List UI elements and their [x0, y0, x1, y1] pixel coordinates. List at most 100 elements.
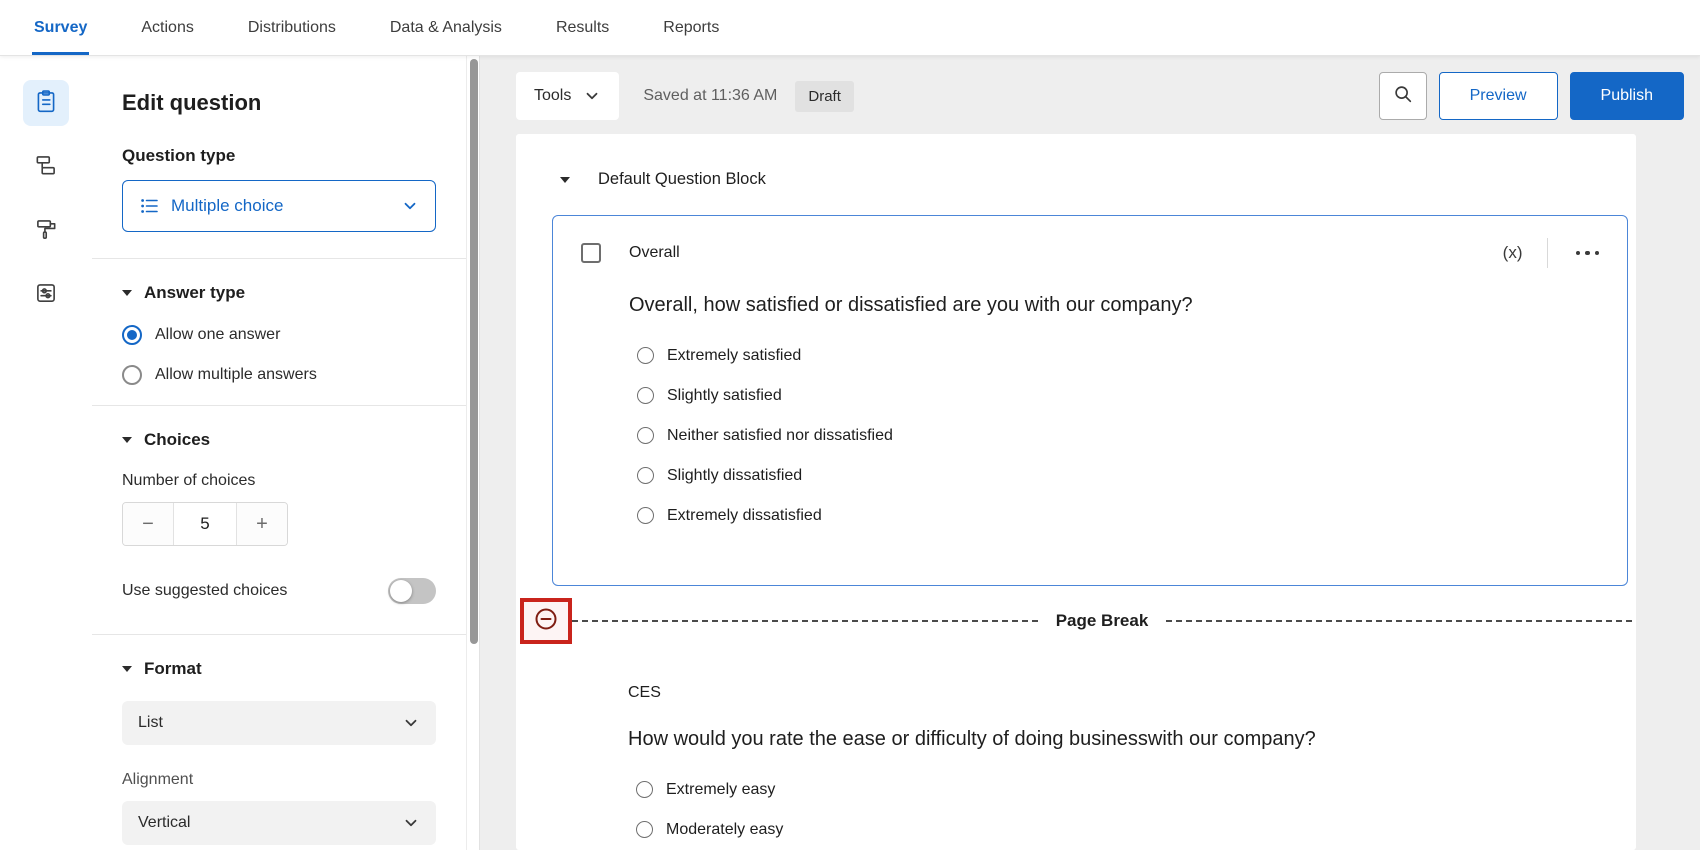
alignment-label: Alignment — [122, 771, 436, 789]
question-header: CES — [580, 684, 1604, 702]
collapse-triangle-icon — [122, 290, 132, 296]
answer-option[interactable]: Extremely dissatisfied — [637, 505, 1603, 526]
format-value: List — [138, 714, 163, 732]
alignment-value: Vertical — [138, 814, 190, 832]
number-of-choices-label: Number of choices — [122, 472, 436, 490]
question-type-value: Multiple choice — [171, 196, 283, 216]
format-label: Format — [144, 659, 202, 679]
multiple-choice-icon — [139, 196, 159, 216]
toggle-knob — [390, 580, 412, 602]
rail-survey-builder-button[interactable] — [23, 80, 69, 126]
preview-button[interactable]: Preview — [1439, 72, 1558, 120]
question-id-label: Overall — [629, 244, 680, 262]
divider — [92, 258, 466, 259]
tab-data-analysis[interactable]: Data & Analysis — [390, 0, 502, 55]
divider — [92, 405, 466, 406]
survey-editor-app: Survey Actions Distributions Data & Anal… — [0, 0, 1700, 850]
page-break-label: Page Break — [1038, 611, 1167, 631]
answer-options-list: Extremely satisfied Slightly satisfied N… — [637, 345, 1603, 526]
tab-survey[interactable]: Survey — [34, 0, 87, 55]
answer-option[interactable]: Extremely easy — [636, 779, 1604, 800]
search-button[interactable] — [1379, 72, 1427, 120]
question-text[interactable]: Overall, how satisfied or dissatisfied a… — [629, 294, 1603, 317]
rail-survey-flow-button[interactable] — [23, 144, 69, 190]
content-row: Edit question Question type Multiple cho… — [0, 56, 1700, 850]
radio-icon — [636, 781, 653, 798]
radio-icon — [637, 467, 654, 484]
tab-results[interactable]: Results — [556, 0, 609, 55]
survey-canvas-area: Tools Saved at 11:36 AM Draft Preview Pu… — [480, 56, 1700, 850]
chevron-down-icon — [401, 197, 419, 215]
choices-section-header[interactable]: Choices — [122, 430, 436, 450]
collapse-block-icon[interactable] — [560, 177, 570, 183]
radio-label: Allow one answer — [155, 326, 280, 344]
paint-roller-icon — [33, 216, 59, 247]
page-break: Page Break — [520, 598, 1632, 644]
radio-allow-multiple-answers[interactable]: Allow multiple answers — [122, 365, 436, 385]
panel-title: Edit question — [122, 90, 436, 116]
choices-count-value: 5 — [173, 503, 237, 545]
use-suggested-choices-toggle[interactable] — [388, 578, 436, 604]
panel-scrollbar[interactable] — [466, 56, 480, 850]
radio-icon — [637, 387, 654, 404]
chevron-down-icon — [402, 814, 420, 832]
chevron-down-icon — [583, 87, 601, 105]
decrease-choices-button[interactable]: − — [123, 503, 173, 545]
use-suggested-choices-row: Use suggested choices — [122, 578, 436, 604]
remove-page-break-button[interactable] — [520, 598, 572, 644]
tab-actions[interactable]: Actions — [141, 0, 193, 55]
collapse-triangle-icon — [122, 666, 132, 672]
collapse-triangle-icon — [122, 437, 132, 443]
question-card-overall[interactable]: Overall (x) Overall, how satisfied or di… — [552, 215, 1628, 586]
draft-status-badge: Draft — [795, 81, 854, 112]
tab-reports[interactable]: Reports — [663, 0, 719, 55]
left-icon-rail — [0, 56, 92, 850]
divider — [1547, 238, 1548, 268]
toolbar-right-group: Preview Publish — [1379, 72, 1684, 120]
question-type-select[interactable]: Multiple choice — [122, 180, 436, 232]
tools-dropdown-button[interactable]: Tools — [516, 72, 619, 120]
radio-selected-icon — [122, 325, 142, 345]
question-checkbox[interactable] — [581, 243, 601, 263]
radio-icon — [637, 427, 654, 444]
tools-label: Tools — [534, 87, 571, 105]
question-id-label: CES — [628, 684, 661, 702]
tab-distributions[interactable]: Distributions — [248, 0, 336, 55]
number-of-choices-stepper: − 5 + — [122, 502, 288, 546]
question-card-ces[interactable]: CES How would you rate the ease or diffi… — [552, 660, 1628, 850]
circle-minus-icon — [533, 606, 559, 637]
block-title: Default Question Block — [598, 170, 766, 189]
format-section-header[interactable]: Format — [122, 659, 436, 679]
piped-text-icon[interactable]: (x) — [1503, 243, 1523, 263]
answer-options-list: Extremely easy Moderately easy Slightly … — [636, 779, 1604, 850]
format-select[interactable]: List — [122, 701, 436, 745]
scrollbar-thumb[interactable] — [470, 59, 478, 644]
edit-question-panel: Edit question Question type Multiple cho… — [92, 56, 466, 850]
answer-type-label: Answer type — [144, 283, 245, 303]
radio-allow-one-answer[interactable]: Allow one answer — [122, 325, 436, 345]
more-options-icon[interactable] — [1572, 245, 1604, 262]
answer-option[interactable]: Moderately easy — [636, 819, 1604, 840]
radio-icon — [637, 347, 654, 364]
rail-survey-options-button[interactable] — [23, 272, 69, 318]
page-break-line — [572, 620, 1038, 622]
answer-option[interactable]: Slightly dissatisfied — [637, 465, 1603, 486]
saved-status-text: Saved at 11:36 AM — [643, 87, 777, 105]
question-text[interactable]: How would you rate the ease or difficult… — [628, 728, 1604, 751]
rail-look-and-feel-button[interactable] — [23, 208, 69, 254]
survey-options-icon — [33, 280, 59, 311]
answer-type-section-header[interactable]: Answer type — [122, 283, 436, 303]
answer-option[interactable]: Neither satisfied nor dissatisfied — [637, 425, 1603, 446]
choices-label: Choices — [144, 430, 210, 450]
answer-option[interactable]: Extremely satisfied — [637, 345, 1603, 366]
radio-icon — [637, 507, 654, 524]
alignment-select[interactable]: Vertical — [122, 801, 436, 845]
chevron-down-icon — [402, 714, 420, 732]
answer-option[interactable]: Slightly satisfied — [637, 385, 1603, 406]
use-suggested-choices-label: Use suggested choices — [122, 582, 287, 600]
radio-icon — [636, 821, 653, 838]
divider — [92, 634, 466, 635]
clipboard-icon — [33, 88, 59, 119]
increase-choices-button[interactable]: + — [237, 503, 287, 545]
publish-button[interactable]: Publish — [1570, 72, 1684, 120]
